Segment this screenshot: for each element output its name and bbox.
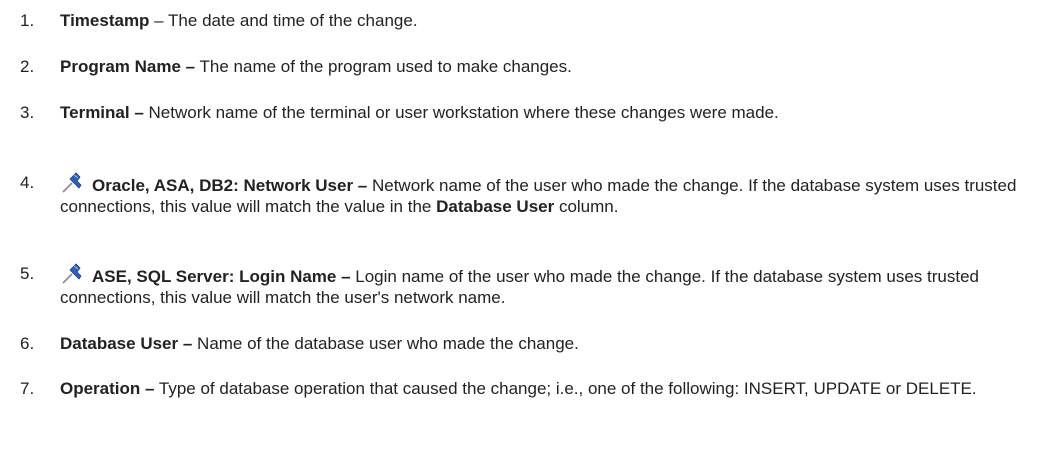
item-number: 2. — [20, 57, 35, 76]
item-content: Oracle, ASA, DB2: Network User – Network… — [60, 172, 1035, 217]
item-term: Program Name – — [60, 57, 196, 76]
item-number: 4. — [20, 173, 35, 192]
item-description: The date and time of the change. — [168, 11, 418, 30]
item-content: ASE, SQL Server: Login Name – Login name… — [60, 263, 1035, 308]
pushpin-icon — [60, 172, 86, 194]
item-number: 3. — [20, 103, 35, 122]
item-description: Network name of the terminal or user wor… — [143, 103, 779, 122]
item-term: Terminal – — [60, 103, 144, 122]
item-number: 6. — [20, 334, 35, 353]
item-description-tail: column. — [554, 197, 619, 216]
item-description: Name of the database user who made the c… — [192, 334, 579, 353]
item-separator: – — [149, 11, 169, 30]
item-number: 7. — [20, 379, 35, 398]
item-term: ASE, SQL Server: Login Name – — [92, 267, 351, 286]
item-content: Operation – Type of database operation t… — [60, 378, 1035, 399]
item-number: 1. — [20, 11, 35, 30]
item-content: Timestamp – The date and time of the cha… — [60, 10, 1035, 31]
item-content: Terminal – Network name of the terminal … — [60, 102, 1035, 123]
item-number: 5. — [20, 264, 35, 283]
item-content: Program Name – The name of the program u… — [60, 56, 1035, 77]
pushpin-icon — [60, 263, 86, 285]
item-description: Type of database operation that caused t… — [154, 379, 977, 398]
item-term-secondary: Database User — [436, 197, 555, 216]
item-term: Oracle, ASA, DB2: Network User – — [92, 176, 368, 195]
item-term: Timestamp — [60, 11, 150, 30]
item-content: Database User – Name of the database use… — [60, 333, 1035, 354]
item-term: Operation – — [60, 379, 155, 398]
item-description: The name of the program used to make cha… — [195, 57, 572, 76]
item-term: Database User – — [60, 334, 193, 353]
